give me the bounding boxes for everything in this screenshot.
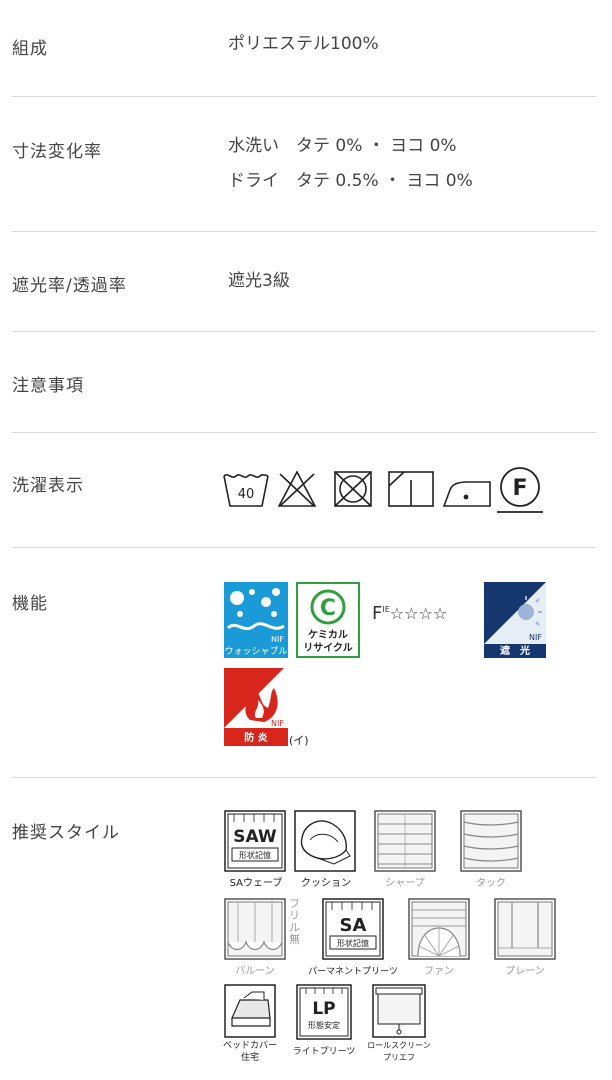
style-fan-icon — [408, 898, 470, 960]
divider — [12, 331, 596, 332]
roll-screen-line1: ロールスクリーン — [367, 1041, 431, 1050]
dry-clean-f-icon: F — [497, 467, 543, 513]
style-caption-plain: プレーン — [505, 966, 545, 977]
dimension-label: 寸法変化率 — [12, 142, 102, 162]
line-dry-shade-icon — [388, 471, 434, 507]
divider — [12, 231, 596, 232]
style-permanent-pleats-icon: SA 形状記憶 — [322, 898, 384, 960]
balloon-side-note: フリル無 — [289, 897, 300, 946]
style-tuck-icon — [460, 810, 522, 872]
chemical-line2: リサイクル — [303, 642, 353, 654]
divider — [12, 777, 596, 778]
composition-value: ポリエステル100% — [228, 34, 379, 54]
washable-brand: NIF — [271, 635, 284, 644]
divider — [12, 547, 596, 548]
shading-label: 遮光率/透過率 — [12, 276, 127, 296]
style-bedcover-icon — [224, 984, 276, 1038]
washable-icon: NIF ウォッシャブル — [224, 582, 288, 658]
permanent-pleats-mark: SA — [340, 915, 367, 936]
style-sharp-icon — [374, 810, 436, 872]
blackout-icon: NIF 遮 光 — [484, 582, 546, 658]
style-roll-screen-icon — [372, 984, 426, 1038]
formaldehyde-stars: ☆☆☆☆ — [389, 604, 448, 623]
style-caption-bedcover: ベッドカバー 住宅 — [218, 1040, 282, 1064]
notes-label: 注意事項 — [12, 376, 84, 396]
bedcover-line1: ベッドカバー — [222, 1041, 277, 1051]
style-caption-cushion: クッション — [301, 878, 351, 889]
style-caption-tuck: タック — [476, 878, 506, 889]
flameproof-text: 防 炎 — [244, 731, 267, 744]
care-symbols: 40 F — [223, 467, 543, 513]
light-pleats-mark: LP — [312, 999, 335, 1019]
chemical-letter: C — [320, 596, 336, 621]
style-cushion-icon — [294, 810, 356, 872]
style-caption-sharp: シャープ — [385, 878, 425, 889]
style-balloon-icon — [224, 898, 286, 960]
dry-clean-letter: F — [512, 476, 527, 501]
blackout-text: 遮 光 — [500, 644, 530, 657]
style-caption-permanent-pleats: パーマネントプリーツ — [308, 967, 398, 977]
flameproof-brand: NIF — [271, 719, 284, 728]
iron-low-icon — [442, 481, 491, 507]
wash-temp: 40 — [238, 487, 255, 502]
divider — [12, 432, 596, 433]
chemical-line1: ケミカル — [308, 629, 348, 641]
flameproof-icon: NIF 防 炎 — [224, 668, 288, 746]
sa-wave-mark: SAW — [233, 827, 277, 847]
divider — [12, 96, 596, 97]
blackout-brand: NIF — [529, 633, 542, 642]
formaldehyde-f: F — [372, 603, 383, 624]
style-caption-fan: ファン — [424, 966, 454, 977]
style-sa-wave-icon: SAW 形状記憶 — [224, 810, 286, 872]
style-caption-balloon: バルーン — [235, 966, 275, 977]
shading-value: 遮光3級 — [228, 271, 290, 291]
wash-tub-40-icon: 40 — [223, 474, 269, 507]
style-caption-roll-screen: ロールスクリーン プリエフ — [364, 1040, 434, 1064]
no-bleach-icon — [277, 470, 317, 507]
flameproof-suffix: (イ) — [289, 734, 309, 747]
formaldehyde-sup: IE — [382, 605, 390, 614]
composition-label: 組成 — [12, 39, 48, 59]
function-label: 機能 — [12, 594, 48, 614]
style-caption-sa-wave: SAウェーブ — [229, 878, 283, 889]
dimension-wash: 水洗い タテ 0% ・ ヨコ 0% — [228, 136, 457, 156]
washable-text: ウォッシャブル — [224, 645, 287, 657]
roll-screen-line2: プリエフ — [383, 1053, 415, 1062]
style-caption-light-pleats: ライトプリーツ — [292, 1047, 356, 1057]
formaldehyde-rating: FIE☆☆☆☆ — [372, 603, 447, 624]
dimension-dry: ドライ タテ 0.5% ・ ヨコ 0% — [228, 171, 473, 191]
style-light-pleats-icon: LP 形態安定 — [296, 984, 352, 1040]
light-pleats-sub: 形態安定 — [308, 1020, 340, 1030]
washing-label: 洗濯表示 — [12, 476, 84, 496]
bedcover-line2: 住宅 — [240, 1053, 259, 1063]
sa-wave-sub: 形状記憶 — [239, 850, 271, 860]
permanent-pleats-sub: 形状記憶 — [337, 938, 369, 948]
chemical-recycle-icon: C ケミカル リサイクル — [296, 582, 360, 658]
style-plain-icon — [494, 898, 556, 960]
no-tumble-dry-icon — [334, 471, 372, 507]
style-label: 推奨スタイル — [12, 823, 120, 843]
